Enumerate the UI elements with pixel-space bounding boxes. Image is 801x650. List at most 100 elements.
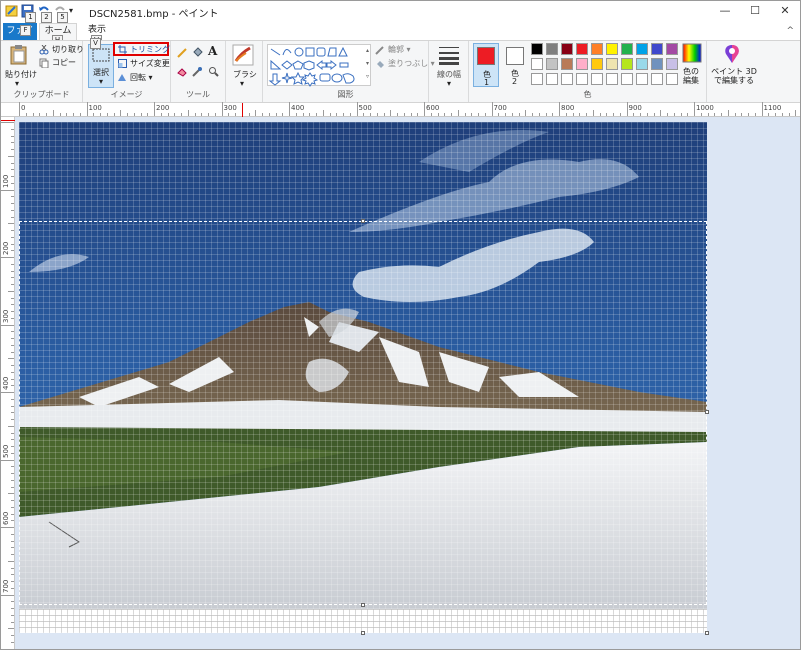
palette-swatch[interactable] [531, 43, 543, 55]
palette-swatch[interactable] [606, 58, 618, 70]
paste-icon[interactable] [9, 44, 29, 69]
line-width-dropdown-icon[interactable]: ▾ [447, 79, 451, 88]
ruler-minor-tick [11, 466, 14, 468]
palette-swatch[interactable] [591, 73, 603, 85]
ruler-minor-tick [73, 113, 74, 116]
palette-swatch[interactable] [666, 73, 678, 85]
paint3d-icon[interactable] [723, 44, 741, 67]
paint-app-icon[interactable] [5, 4, 19, 19]
canvas-blank-area[interactable] [19, 609, 707, 633]
ruler-minor-tick [11, 520, 14, 522]
keytip-select: V [90, 38, 101, 49]
color-picker-icon[interactable] [192, 66, 203, 80]
edit-colors-icon[interactable] [682, 43, 702, 66]
palette-swatch[interactable] [561, 73, 573, 85]
palette-swatch[interactable] [666, 43, 678, 55]
ruler-minor-tick [11, 270, 14, 272]
ruler-tick [491, 102, 493, 116]
fill-bucket-icon[interactable] [192, 47, 203, 61]
eraser-icon[interactable] [177, 66, 188, 80]
brushes-dropdown-icon[interactable]: ▾ [240, 79, 244, 88]
palette-swatch[interactable] [576, 43, 588, 55]
shapes-scroll-icon[interactable]: ▴ ▾ ▿ [366, 44, 372, 86]
palette-swatch[interactable] [606, 73, 618, 85]
canvas-resize-handle-corner[interactable] [705, 631, 709, 635]
horizontal-ruler: 0 100 200 300 400 500 600 700 800 900 1000 1100 [1, 102, 800, 117]
edit-colors-button[interactable]: 色の 編集 [683, 67, 699, 85]
ruler-minor-tick [11, 547, 14, 549]
redo-icon[interactable]: 5 [53, 4, 68, 23]
copy-button[interactable]: コピー [39, 57, 76, 68]
save-icon[interactable]: 1 [21, 4, 36, 23]
ruler-minor-tick [255, 110, 257, 116]
ruler-label: 500 [358, 104, 372, 112]
close-button[interactable]: ✕ [770, 1, 800, 23]
magnifier-icon[interactable] [208, 66, 219, 80]
customize-qat-icon[interactable]: ▾ [69, 4, 79, 19]
minimize-button[interactable]: — [710, 1, 740, 23]
select-button[interactable]: 選択 ▾ [88, 44, 114, 88]
brush-icon[interactable] [232, 44, 254, 69]
ruler-minor-tick [11, 641, 14, 643]
palette-swatch[interactable] [576, 73, 588, 85]
paste-dropdown-icon[interactable]: ▾ [15, 79, 19, 88]
fill-button[interactable]: 塗りつぶし ▾ [375, 58, 435, 69]
palette-swatch[interactable] [576, 58, 588, 70]
palette-swatch[interactable] [591, 43, 603, 55]
ruler-minor-tick [133, 113, 135, 116]
shapes-gallery[interactable] [267, 44, 371, 87]
ruler-minor-tick [511, 113, 513, 116]
ruler-minor-tick [32, 113, 34, 116]
ruler-minor-tick [11, 378, 14, 380]
ruler-minor-tick [660, 110, 662, 116]
palette-swatch[interactable] [531, 73, 543, 85]
palette-swatch[interactable] [636, 43, 648, 55]
palette-swatch[interactable] [636, 73, 648, 85]
palette-swatch[interactable] [666, 58, 678, 70]
palette-swatch[interactable] [651, 43, 663, 55]
canvas-resize-handle-bottom[interactable] [361, 631, 365, 635]
palette-swatch[interactable] [561, 58, 573, 70]
trim-button[interactable]: トリミング [118, 44, 170, 55]
ruler-minor-tick [606, 113, 608, 116]
color2-button[interactable]: 色 2 [502, 43, 528, 87]
palette-swatch[interactable] [651, 58, 663, 70]
undo-icon[interactable]: 2 [37, 4, 52, 23]
pencil-icon[interactable] [177, 47, 188, 61]
rotate-button[interactable]: 回転 ▾ [118, 72, 153, 83]
cut-button[interactable]: 切り取り [39, 44, 84, 55]
ruler-minor-tick [478, 113, 479, 116]
ruler-minor-tick [680, 113, 682, 116]
canvas-resize-handle-right[interactable] [705, 410, 709, 414]
ruler-label: 100 [88, 104, 102, 112]
palette-swatch[interactable] [606, 43, 618, 55]
selection-handle-top[interactable] [361, 219, 365, 223]
palette-swatch[interactable] [621, 58, 633, 70]
maximize-button[interactable]: ☐ [740, 1, 770, 23]
ruler-tick [1, 392, 14, 393]
ruler-minor-tick [235, 113, 236, 116]
text-tool-icon[interactable]: A [208, 44, 217, 58]
palette-swatch[interactable] [621, 73, 633, 85]
palette-swatch[interactable] [546, 58, 558, 70]
line-width-icon[interactable] [439, 45, 459, 68]
palette-swatch[interactable] [651, 73, 663, 85]
selection-handle-bottom[interactable] [361, 603, 365, 607]
palette-swatch[interactable] [591, 58, 603, 70]
paste-label[interactable]: 貼り付け [5, 69, 37, 80]
palette-swatch[interactable] [636, 58, 648, 70]
paint3d-button[interactable]: ペイント 3D で編集する [709, 67, 759, 85]
palette-swatch[interactable] [561, 43, 573, 55]
palette-swatch[interactable] [531, 58, 543, 70]
palette-swatch[interactable] [546, 43, 558, 55]
palette-swatch[interactable] [546, 73, 558, 85]
resize-button[interactable]: サイズ変更 [118, 58, 170, 69]
collapse-ribbon-icon[interactable]: ^ [786, 26, 794, 36]
ruler-minor-tick [79, 113, 81, 116]
color1-button[interactable]: 色 1 [473, 43, 499, 87]
outline-button[interactable]: 輪郭 ▾ [375, 44, 411, 55]
photo-canvas[interactable] [19, 122, 707, 609]
palette-swatch[interactable] [621, 43, 633, 55]
brushes-label[interactable]: ブラシ [233, 69, 257, 80]
ruler-minor-tick [11, 540, 14, 542]
